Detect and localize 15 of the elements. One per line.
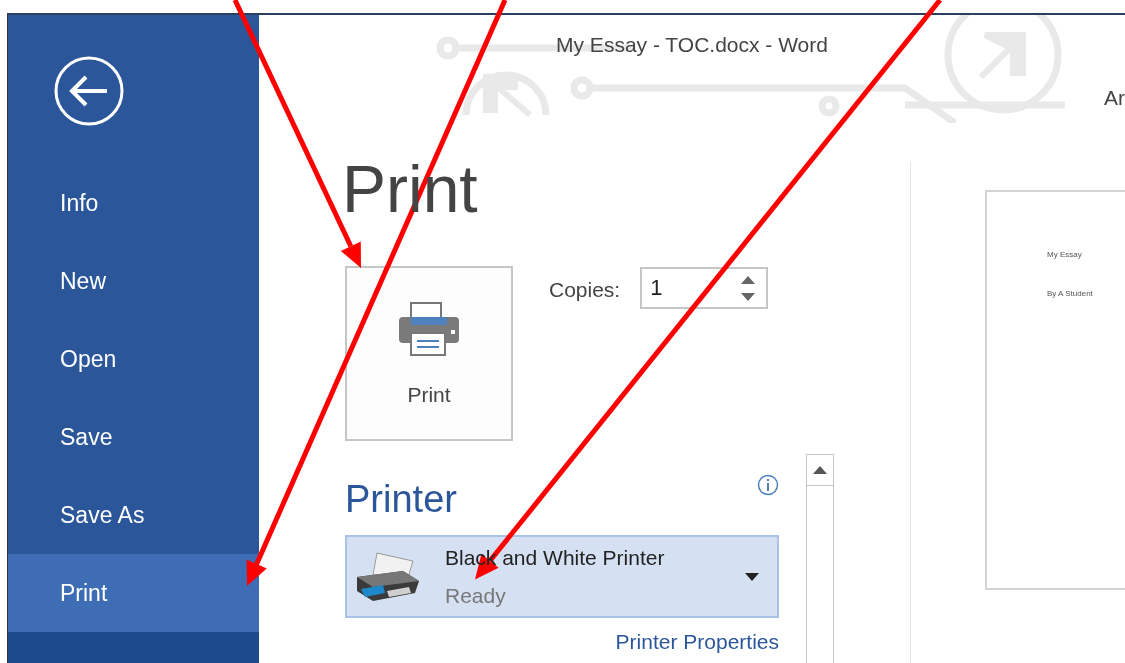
menu-item[interactable]: Info (8, 164, 259, 242)
menu-item[interactable]: Save (8, 398, 259, 476)
section-heading: Printer (345, 478, 457, 521)
menu-item[interactable]: Print (8, 554, 259, 632)
preview-text: By A Student (1047, 289, 1094, 298)
printer-status: Ready (445, 583, 507, 608)
print-button[interactable]: Print (345, 266, 513, 441)
account-name: Ar (1104, 86, 1125, 110)
preview-text: My Essay (1047, 250, 1083, 259)
menu-item[interactable]: Open (8, 320, 259, 398)
copies-label: Copies: (549, 278, 621, 302)
printer-properties-link[interactable]: Printer Properties (615, 630, 779, 654)
menu-item[interactable]: New (8, 242, 259, 320)
menu-item[interactable]: Save As (8, 476, 259, 554)
window-title: My Essay - TOC.docx - Word (556, 33, 828, 58)
